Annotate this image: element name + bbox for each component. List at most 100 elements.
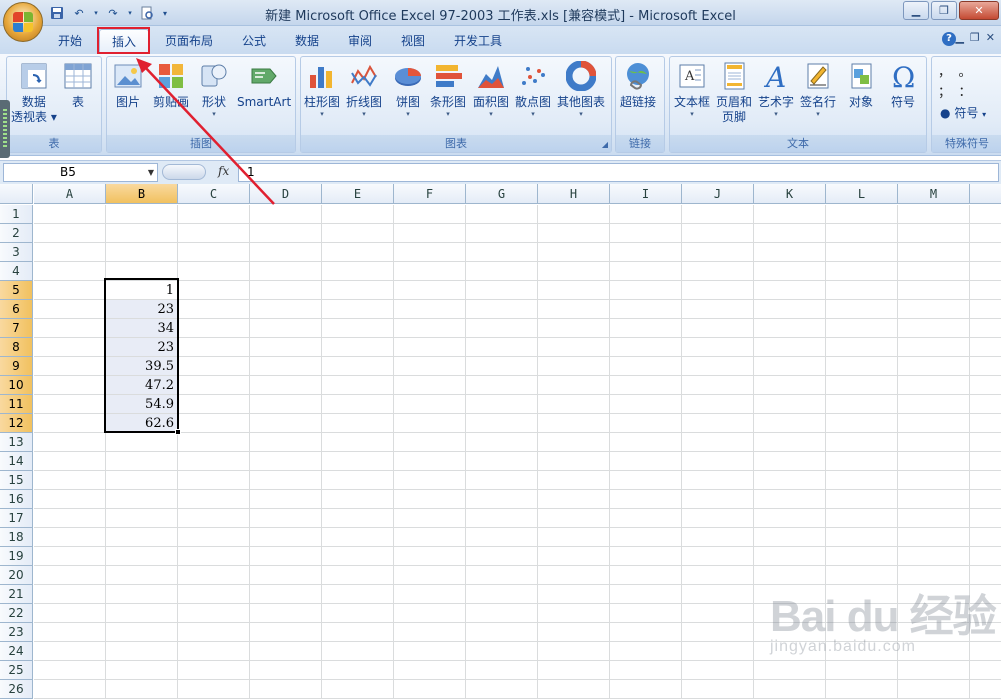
cell-g16[interactable]: [466, 490, 538, 509]
cell-m2[interactable]: [898, 224, 970, 243]
wordart-button[interactable]: A 艺术字 ▾: [758, 61, 794, 119]
cell-a8[interactable]: [34, 338, 106, 357]
textbox-button[interactable]: A 文本框 ▾: [674, 61, 710, 119]
cell-i13[interactable]: [610, 433, 682, 452]
cell-m16[interactable]: [898, 490, 970, 509]
row-header[interactable]: 6: [0, 300, 33, 319]
cell-f5[interactable]: [394, 281, 466, 300]
cell-f9[interactable]: [394, 357, 466, 376]
cell-i20[interactable]: [610, 566, 682, 585]
cell-b17[interactable]: [106, 509, 178, 528]
row-header[interactable]: 15: [0, 471, 33, 490]
cell-h21[interactable]: [538, 585, 610, 604]
cell-h19[interactable]: [538, 547, 610, 566]
cell-i17[interactable]: [610, 509, 682, 528]
cell-k5[interactable]: [754, 281, 826, 300]
scatter-chart-button[interactable]: 散点图 ▾: [515, 61, 551, 119]
cell-n7[interactable]: [970, 319, 1001, 338]
name-box[interactable]: B5 ▼: [3, 163, 158, 182]
cell-b15[interactable]: [106, 471, 178, 490]
cell-i19[interactable]: [610, 547, 682, 566]
cell-j11[interactable]: [682, 395, 754, 414]
cell-j5[interactable]: [682, 281, 754, 300]
cell-m9[interactable]: [898, 357, 970, 376]
cell-c7[interactable]: [178, 319, 250, 338]
cell-f17[interactable]: [394, 509, 466, 528]
restore-icon[interactable]: ❐: [931, 1, 957, 20]
cell-c23[interactable]: [178, 623, 250, 642]
cell-a9[interactable]: [34, 357, 106, 376]
cell-b24[interactable]: [106, 642, 178, 661]
cell-m1[interactable]: [898, 205, 970, 224]
name-box-dropdown-icon[interactable]: ▼: [148, 164, 154, 181]
cell-a11[interactable]: [34, 395, 106, 414]
cell-e23[interactable]: [322, 623, 394, 642]
cell-e8[interactable]: [322, 338, 394, 357]
cell-i9[interactable]: [610, 357, 682, 376]
cell-i1[interactable]: [610, 205, 682, 224]
cell-e19[interactable]: [322, 547, 394, 566]
cell-d18[interactable]: [250, 528, 322, 547]
cell-g21[interactable]: [466, 585, 538, 604]
cell-e12[interactable]: [322, 414, 394, 433]
cell-n8[interactable]: [970, 338, 1001, 357]
cell-k18[interactable]: [754, 528, 826, 547]
cell-g25[interactable]: [466, 661, 538, 680]
cell-g17[interactable]: [466, 509, 538, 528]
cell-j16[interactable]: [682, 490, 754, 509]
cell-h16[interactable]: [538, 490, 610, 509]
cell-a17[interactable]: [34, 509, 106, 528]
cell-d2[interactable]: [250, 224, 322, 243]
cell-c12[interactable]: [178, 414, 250, 433]
cell-i7[interactable]: [610, 319, 682, 338]
cell-g5[interactable]: [466, 281, 538, 300]
cell-l19[interactable]: [826, 547, 898, 566]
row-header[interactable]: 20: [0, 566, 33, 585]
cell-e4[interactable]: [322, 262, 394, 281]
column-header[interactable]: I: [610, 184, 682, 204]
cell-l17[interactable]: [826, 509, 898, 528]
select-all-corner[interactable]: [0, 184, 33, 204]
cell-a1[interactable]: [34, 205, 106, 224]
cell-f6[interactable]: [394, 300, 466, 319]
row-header[interactable]: 25: [0, 661, 33, 680]
cell-a24[interactable]: [34, 642, 106, 661]
column-header[interactable]: C: [178, 184, 250, 204]
cell-e15[interactable]: [322, 471, 394, 490]
cell-l16[interactable]: [826, 490, 898, 509]
column-header[interactable]: D: [250, 184, 322, 204]
cell-f2[interactable]: [394, 224, 466, 243]
cell-k4[interactable]: [754, 262, 826, 281]
table-button[interactable]: 表: [63, 61, 93, 110]
cell-j19[interactable]: [682, 547, 754, 566]
cell-e24[interactable]: [322, 642, 394, 661]
cell-d15[interactable]: [250, 471, 322, 490]
cell-c14[interactable]: [178, 452, 250, 471]
cell-g4[interactable]: [466, 262, 538, 281]
cell-c8[interactable]: [178, 338, 250, 357]
cell-m10[interactable]: [898, 376, 970, 395]
cell-f1[interactable]: [394, 205, 466, 224]
cell-b22[interactable]: [106, 604, 178, 623]
formula-input[interactable]: 1: [238, 163, 999, 182]
row-header[interactable]: 1: [0, 205, 33, 224]
tab-review[interactable]: 审阅: [336, 29, 384, 53]
cell-c4[interactable]: [178, 262, 250, 281]
cell-f7[interactable]: [394, 319, 466, 338]
row-header[interactable]: 3: [0, 243, 33, 262]
cell-b20[interactable]: [106, 566, 178, 585]
cell-l10[interactable]: [826, 376, 898, 395]
cell-f20[interactable]: [394, 566, 466, 585]
cell-g10[interactable]: [466, 376, 538, 395]
cell-a13[interactable]: [34, 433, 106, 452]
cell-m19[interactable]: [898, 547, 970, 566]
cell-n14[interactable]: [970, 452, 1001, 471]
other-charts-button[interactable]: 其他图表 ▾: [557, 60, 605, 119]
cell-b13[interactable]: [106, 433, 178, 452]
cell-f8[interactable]: [394, 338, 466, 357]
cell-c15[interactable]: [178, 471, 250, 490]
cell-n11[interactable]: [970, 395, 1001, 414]
cell-j25[interactable]: [682, 661, 754, 680]
column-header[interactable]: B: [106, 184, 178, 204]
cell-n13[interactable]: [970, 433, 1001, 452]
